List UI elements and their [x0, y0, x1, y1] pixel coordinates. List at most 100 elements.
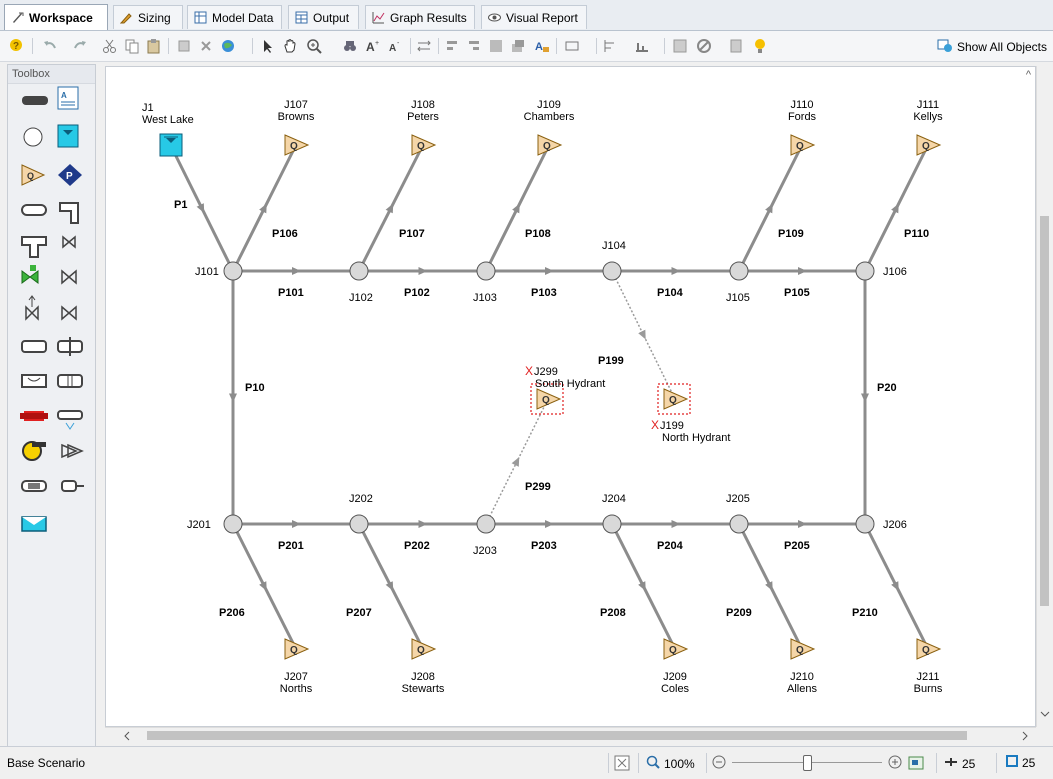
- assigned-flow-j110[interactable]: Q: [790, 134, 816, 156]
- pipe-p110[interactable]: [863, 144, 930, 272]
- pipe-p109[interactable]: [737, 144, 804, 272]
- zoom-icon[interactable]: [306, 38, 322, 54]
- cut-icon[interactable]: [102, 38, 118, 54]
- vertical-scrollbar[interactable]: [1036, 66, 1052, 727]
- hydrant-j199[interactable]: Q: [657, 383, 691, 415]
- check-valve-tool[interactable]: [61, 269, 77, 285]
- junction-j104[interactable]: [602, 261, 622, 281]
- align-icon[interactable]: [634, 38, 650, 54]
- control-valve-tool[interactable]: [21, 265, 39, 284]
- screen-tool[interactable]: [57, 374, 83, 388]
- scroll-down-arrow[interactable]: [1037, 706, 1053, 722]
- annotation-icon[interactable]: A: [534, 38, 550, 54]
- overview-icon[interactable]: [908, 755, 924, 771]
- tab-visual-report[interactable]: Visual Report: [481, 5, 587, 29]
- junction-j106[interactable]: [855, 261, 875, 281]
- assigned-flow-j107[interactable]: Q: [284, 134, 310, 156]
- lightbulb-icon[interactable]: [752, 38, 768, 54]
- select-all-icon[interactable]: [176, 38, 192, 54]
- layers-icon[interactable]: [510, 38, 526, 54]
- reservoir-tool[interactable]: [57, 124, 79, 148]
- zoom-slider-thumb[interactable]: [803, 755, 812, 771]
- junction-j204[interactable]: [602, 514, 622, 534]
- pointer-icon[interactable]: [260, 38, 276, 54]
- pipe-p106[interactable]: [231, 144, 298, 272]
- delete-icon[interactable]: [198, 38, 214, 54]
- spray-tool[interactable]: [57, 410, 83, 430]
- fit-to-window-icon[interactable]: [614, 755, 630, 771]
- area-change-tool[interactable]: [21, 340, 47, 353]
- tab-sizing[interactable]: Sizing: [113, 5, 183, 29]
- three-way-valve-tool[interactable]: [61, 305, 77, 321]
- zoom-in-button[interactable]: [888, 755, 902, 769]
- distribute-icon[interactable]: [602, 38, 618, 54]
- vertical-scroll-thumb[interactable]: [1040, 216, 1049, 606]
- scroll-up-arrow[interactable]: ^: [1026, 69, 1031, 81]
- assigned-flow-j208[interactable]: Q: [411, 638, 437, 660]
- horizontal-scrollbar[interactable]: [105, 727, 1036, 743]
- dead-end-tool[interactable]: [61, 480, 84, 492]
- relief-valve-tool[interactable]: [25, 295, 39, 321]
- assigned-flow-j108[interactable]: Q: [411, 134, 437, 156]
- pump-tool[interactable]: [22, 441, 46, 461]
- junction-j103[interactable]: [476, 261, 496, 281]
- assigned-flow-j207[interactable]: Q: [284, 638, 310, 660]
- junction-j206[interactable]: [855, 514, 875, 534]
- align-right-icon[interactable]: [466, 38, 482, 54]
- font-increase-icon[interactable]: A +: [364, 38, 380, 54]
- find-icon[interactable]: [342, 38, 358, 54]
- copy-icon[interactable]: [124, 38, 140, 54]
- assigned-flow-j109[interactable]: Q: [537, 134, 563, 156]
- grid-icon[interactable]: [488, 38, 504, 54]
- general-component-tool[interactable]: [21, 480, 47, 492]
- pipe-p107[interactable]: [357, 144, 425, 272]
- tee-tool[interactable]: [21, 236, 47, 258]
- junction-j202[interactable]: [349, 514, 369, 534]
- junction-j201[interactable]: [223, 514, 243, 534]
- orifice-tool[interactable]: [57, 337, 83, 356]
- reservoir-j1[interactable]: [159, 133, 183, 157]
- align-left-icon[interactable]: [444, 38, 460, 54]
- scroll-right-arrow[interactable]: [1017, 728, 1033, 744]
- compressor-tool[interactable]: [61, 443, 84, 459]
- heat-exchanger-tool[interactable]: [20, 411, 48, 421]
- tab-workspace[interactable]: Workspace: [4, 4, 108, 30]
- junction-j102[interactable]: [349, 261, 369, 281]
- calculator-icon[interactable]: [728, 38, 744, 54]
- undo-icon[interactable]: [42, 38, 58, 54]
- assigned-flow-j210[interactable]: Q: [790, 638, 816, 660]
- pipe-p210[interactable]: [863, 523, 930, 650]
- show-all-objects-button[interactable]: Show All Objects: [937, 37, 1047, 56]
- tank-tool[interactable]: [21, 516, 47, 532]
- pipe-p299[interactable]: [485, 398, 549, 525]
- tab-model-data[interactable]: Model Data: [187, 5, 282, 29]
- tab-output[interactable]: Output: [288, 5, 359, 29]
- horizontal-scroll-thumb[interactable]: [147, 731, 967, 740]
- assigned-flow-j211[interactable]: Q: [916, 638, 942, 660]
- pipe-p108[interactable]: [484, 144, 551, 272]
- help-icon[interactable]: ?: [8, 38, 24, 54]
- assigned-flow-tool[interactable]: Q: [21, 164, 46, 186]
- paste-icon[interactable]: [146, 38, 162, 54]
- font-decrease-icon[interactable]: A-: [386, 38, 402, 54]
- valve-tool[interactable]: [62, 235, 76, 249]
- no-icon[interactable]: [696, 38, 712, 54]
- assigned-flow-j111[interactable]: Q: [916, 134, 942, 156]
- zoom-out-button[interactable]: [712, 755, 726, 769]
- redo-icon[interactable]: [72, 38, 88, 54]
- tab-graph-results[interactable]: Graph Results: [365, 5, 475, 29]
- shape-icon[interactable]: [564, 38, 580, 54]
- reverse-direction-icon[interactable]: [416, 38, 432, 54]
- pipe-tool[interactable]: [22, 96, 48, 105]
- bend-tool[interactable]: [21, 204, 47, 216]
- junction-j203[interactable]: [476, 514, 496, 534]
- branch-tool[interactable]: [23, 127, 43, 147]
- workspace-canvas[interactable]: Q Q Q Q Q Q Q Q Q Q Q Q P1 P10 P20 P101 P102 P103 P104 P10…: [105, 66, 1036, 727]
- assigned-pressure-tool[interactable]: P: [58, 164, 82, 186]
- scroll-left-arrow[interactable]: [119, 728, 135, 744]
- workspace-options-icon[interactable]: [672, 38, 688, 54]
- junction-j101[interactable]: [223, 261, 243, 281]
- globe-icon[interactable]: [220, 38, 236, 54]
- junction-j105[interactable]: [729, 261, 749, 281]
- annotation-tool[interactable]: A: [57, 86, 79, 110]
